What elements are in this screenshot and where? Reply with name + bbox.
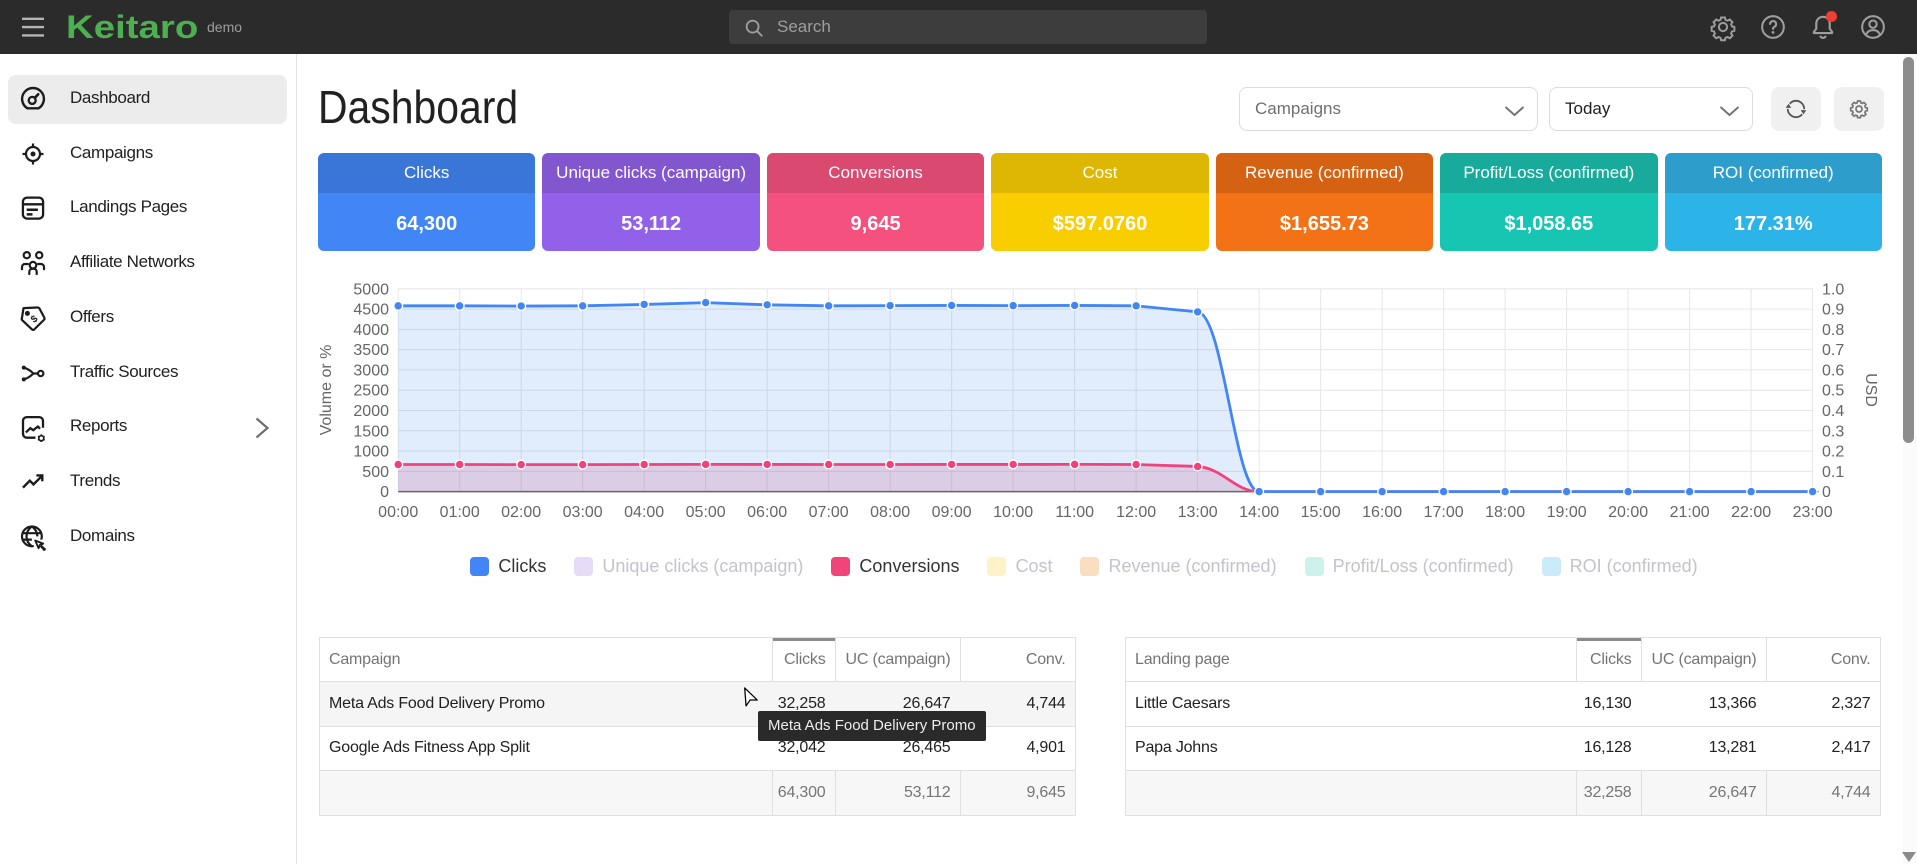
svg-text:21:00: 21:00 <box>1670 504 1710 521</box>
svg-text:2000: 2000 <box>353 403 389 420</box>
svg-text:0.7: 0.7 <box>1822 342 1844 359</box>
svg-text:14:00: 14:00 <box>1239 504 1279 521</box>
svg-text:15:00: 15:00 <box>1301 504 1341 521</box>
svg-text:0.9: 0.9 <box>1822 302 1844 319</box>
svg-text:08:00: 08:00 <box>870 504 910 521</box>
svg-text:12:00: 12:00 <box>1116 504 1156 521</box>
svg-text:22:00: 22:00 <box>1731 504 1771 521</box>
svg-text:06:00: 06:00 <box>747 504 787 521</box>
svg-text:1500: 1500 <box>353 423 389 440</box>
svg-text:16:00: 16:00 <box>1362 504 1402 521</box>
svg-text:0.2: 0.2 <box>1822 444 1844 461</box>
svg-text:2500: 2500 <box>353 383 389 400</box>
svg-text:1000: 1000 <box>353 444 389 461</box>
svg-text:0: 0 <box>380 484 389 501</box>
svg-text:0.8: 0.8 <box>1822 322 1844 339</box>
svg-text:0.5: 0.5 <box>1822 383 1844 400</box>
svg-text:18:00: 18:00 <box>1485 504 1525 521</box>
svg-text:00:00: 00:00 <box>378 504 418 521</box>
svg-text:23:00: 23:00 <box>1793 504 1833 521</box>
svg-text:3000: 3000 <box>353 362 389 379</box>
svg-text:04:00: 04:00 <box>624 504 664 521</box>
svg-text:0.6: 0.6 <box>1822 362 1844 379</box>
svg-text:Volume or %: Volume or % <box>318 345 335 436</box>
svg-text:5000: 5000 <box>353 281 389 298</box>
svg-text:17:00: 17:00 <box>1424 504 1464 521</box>
svg-text:11:00: 11:00 <box>1055 504 1094 521</box>
svg-text:13:00: 13:00 <box>1178 504 1218 521</box>
svg-text:02:00: 02:00 <box>501 504 541 521</box>
svg-text:09:00: 09:00 <box>932 504 972 521</box>
svg-text:10:00: 10:00 <box>993 504 1033 521</box>
svg-text:0.3: 0.3 <box>1822 423 1844 440</box>
svg-text:03:00: 03:00 <box>563 504 603 521</box>
svg-text:05:00: 05:00 <box>686 504 726 521</box>
svg-text:500: 500 <box>362 464 389 481</box>
svg-text:07:00: 07:00 <box>809 504 849 521</box>
svg-text:4000: 4000 <box>353 322 389 339</box>
svg-text:0.1: 0.1 <box>1822 464 1844 481</box>
svg-text:19:00: 19:00 <box>1547 504 1587 521</box>
svg-text:1.0: 1.0 <box>1822 281 1844 298</box>
svg-text:3500: 3500 <box>353 342 389 359</box>
svg-text:0: 0 <box>1822 484 1831 501</box>
svg-text:4500: 4500 <box>353 302 389 319</box>
svg-text:0.4: 0.4 <box>1822 403 1844 420</box>
svg-text:20:00: 20:00 <box>1608 504 1648 521</box>
svg-text:01:00: 01:00 <box>440 504 480 521</box>
svg-text:USD: USD <box>1862 373 1879 407</box>
